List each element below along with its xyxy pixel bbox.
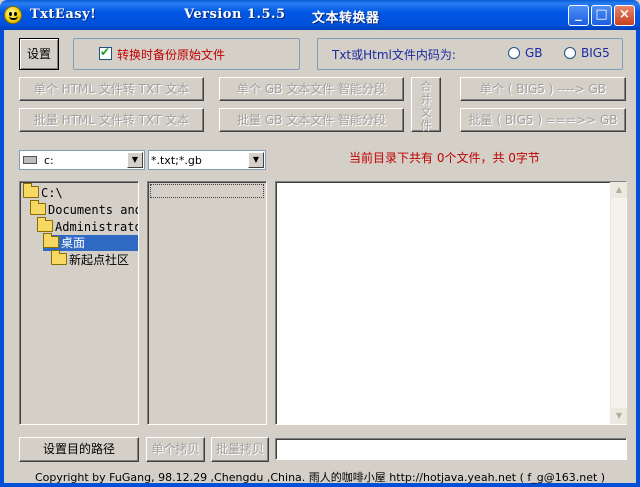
backup-label: 转换时备份原始文件 bbox=[117, 48, 226, 62]
single-html-to-txt-button[interactable]: 单个 HTML 文件转 TXT 文本 bbox=[19, 77, 204, 101]
batch-big5-to-gb-button[interactable]: 批量 ( BIG5 ) ===>> GB bbox=[460, 108, 626, 132]
open-folder-icon bbox=[23, 183, 39, 198]
open-folder-icon bbox=[30, 200, 46, 215]
radio-gb-label: GB bbox=[525, 46, 543, 60]
batch-gb-segment-button[interactable]: 批量 GB 文本文件 智能分段 bbox=[219, 108, 404, 132]
merge-files-button[interactable]: 合并文件 bbox=[411, 77, 441, 132]
hard-drive-icon bbox=[23, 156, 37, 164]
batch-copy-button[interactable]: 批量拷贝 bbox=[211, 437, 269, 462]
single-gb-segment-button[interactable]: 单个 GB 文本文件 智能分段 bbox=[219, 77, 404, 101]
radio-gb[interactable] bbox=[508, 47, 520, 59]
tree-item[interactable]: Documents and bbox=[30, 200, 138, 218]
maximize-button[interactable]: □ bbox=[591, 5, 612, 26]
minimize-button[interactable]: _ bbox=[568, 5, 589, 26]
single-big5-to-gb-button[interactable]: 单个 ( BIG5 ) ----> GB bbox=[460, 77, 626, 101]
open-folder-icon bbox=[43, 233, 59, 248]
file-mask-value: *.txt;*.gb bbox=[151, 154, 202, 167]
checkmark-icon: ✔ bbox=[100, 45, 111, 59]
file-mask-select[interactable]: *.txt;*.gb ▼ bbox=[148, 150, 266, 170]
status-text: 当前目录下共有 0个文件，共 0字节 bbox=[349, 151, 540, 165]
tree-item[interactable]: 新起点社区 bbox=[51, 250, 129, 268]
tree-item[interactable]: C:\ bbox=[23, 183, 63, 201]
scroll-up-icon[interactable]: ▲ bbox=[611, 182, 627, 198]
file-list-focus-row[interactable] bbox=[150, 184, 264, 198]
tree-item[interactable]: Administrato bbox=[37, 217, 138, 235]
scroll-down-icon[interactable]: ▼ bbox=[611, 408, 627, 424]
backup-checkbox[interactable]: ✔ bbox=[99, 45, 112, 60]
text-preview-area[interactable]: ▲ ▼ bbox=[275, 181, 627, 425]
directory-tree[interactable]: C:\ Documents and Administrato 桌面 新起点社区 bbox=[19, 181, 139, 425]
encoding-label: Txt或Html文件内码为: bbox=[332, 48, 456, 62]
vertical-scrollbar[interactable]: ▲ ▼ bbox=[610, 182, 627, 424]
chevron-down-icon[interactable]: ▼ bbox=[127, 152, 143, 168]
copyright-footer: Copyright by FuGang, 98.12.29 ,Chengdu ,… bbox=[34, 471, 606, 484]
app-subtitle: 文本转换器 bbox=[312, 11, 380, 26]
file-list[interactable] bbox=[147, 181, 267, 425]
settings-button[interactable]: 设置 bbox=[19, 38, 59, 70]
radio-big5-label: BIG5 bbox=[581, 46, 610, 60]
app-version: Version 1.5.5 bbox=[184, 7, 286, 22]
radio-big5[interactable] bbox=[564, 47, 576, 59]
batch-html-to-txt-button[interactable]: 批量 HTML 文件转 TXT 文本 bbox=[19, 108, 204, 132]
tree-item-selected[interactable]: 桌面 bbox=[43, 233, 138, 251]
open-folder-icon bbox=[37, 217, 53, 232]
title-bar[interactable]: TxtEasy! Version 1.5.5 文本转换器 _ □ × bbox=[0, 0, 640, 30]
single-copy-button[interactable]: 单个拷贝 bbox=[146, 437, 205, 462]
drive-select-value: c: bbox=[44, 154, 54, 167]
smiley-app-icon[interactable] bbox=[4, 6, 22, 24]
set-target-path-button[interactable]: 设置目的路径 bbox=[19, 437, 139, 462]
drive-select[interactable]: c: ▼ bbox=[19, 150, 145, 170]
chevron-down-icon[interactable]: ▼ bbox=[248, 152, 264, 168]
close-button[interactable]: × bbox=[614, 5, 635, 26]
target-path-field[interactable] bbox=[275, 438, 627, 460]
folder-icon bbox=[51, 250, 67, 265]
app-name: TxtEasy! bbox=[30, 7, 97, 22]
